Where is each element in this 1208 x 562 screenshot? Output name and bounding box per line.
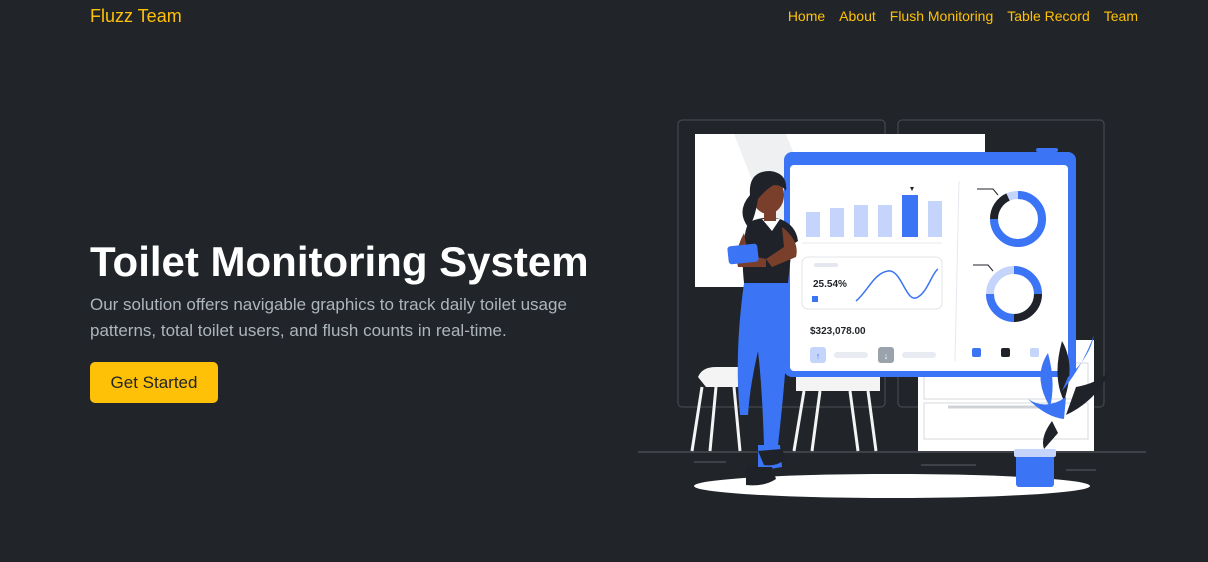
navbar: Fluzz Team Home About Flush Monitoring T… [0, 0, 1208, 34]
nav-link-about[interactable]: About [839, 8, 876, 24]
svg-text:↑: ↑ [816, 351, 821, 361]
brand-link[interactable]: Fluzz Team [90, 6, 182, 27]
chair-left [698, 367, 738, 387]
nav-links: Home About Flush Monitoring Table Record… [788, 8, 1138, 24]
dashboard-illustration: 25.54% $323,078.00 ↑ ↓ [638, 119, 1146, 498]
nav-link-flush-monitoring[interactable]: Flush Monitoring [890, 8, 994, 24]
nav-link-home[interactable]: Home [788, 8, 825, 24]
percent-label: 25.54% [813, 279, 847, 290]
hero-section: Toilet Monitoring System Our solution of… [90, 236, 600, 344]
amount-label: $323,078.00 [810, 326, 866, 337]
hero-title: Toilet Monitoring System [90, 238, 589, 285]
svg-text:↓: ↓ [884, 351, 889, 361]
tablet [727, 243, 759, 265]
nav-link-table-record[interactable]: Table Record [1007, 8, 1090, 24]
hero-description: Our solution offers navigable graphics t… [90, 295, 567, 340]
plant-pot [1016, 453, 1054, 487]
nav-link-team[interactable]: Team [1104, 8, 1138, 24]
get-started-button[interactable]: Get Started [90, 362, 218, 403]
